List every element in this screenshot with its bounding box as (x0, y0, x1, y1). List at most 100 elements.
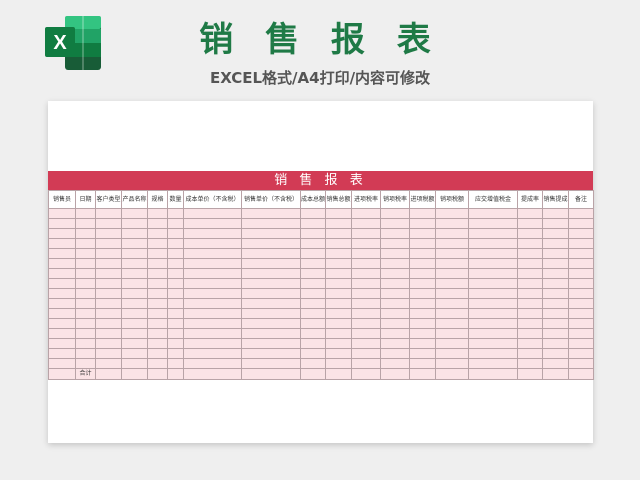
table-cell[interactable] (167, 318, 184, 329)
table-cell[interactable] (48, 318, 76, 329)
table-cell[interactable] (409, 218, 436, 229)
table-cell[interactable] (183, 298, 242, 309)
table-cell[interactable] (568, 268, 594, 279)
table-cell[interactable] (300, 238, 326, 249)
table-cell[interactable] (409, 338, 436, 349)
table-cell[interactable] (325, 348, 352, 359)
table-cell[interactable] (568, 328, 594, 339)
table-cell[interactable] (409, 238, 436, 249)
table-cell[interactable] (75, 328, 96, 339)
table-cell[interactable] (409, 248, 436, 259)
table-cell[interactable] (468, 208, 518, 219)
table-cell[interactable] (325, 338, 352, 349)
table-cell[interactable] (409, 228, 436, 239)
table-cell[interactable] (241, 318, 301, 329)
table-cell[interactable] (568, 368, 594, 380)
table-cell[interactable] (121, 258, 148, 269)
table-cell[interactable] (95, 208, 122, 219)
table-cell[interactable] (48, 258, 76, 269)
table-cell[interactable] (542, 268, 569, 279)
table-cell[interactable] (542, 288, 569, 299)
table-cell[interactable] (121, 208, 148, 219)
table-cell[interactable] (435, 348, 469, 359)
table-cell[interactable] (300, 338, 326, 349)
table-cell[interactable] (167, 268, 184, 279)
column-header[interactable]: 规格 (147, 190, 168, 209)
table-cell[interactable] (121, 288, 148, 299)
table-cell[interactable] (435, 288, 469, 299)
table-cell[interactable] (147, 268, 168, 279)
table-cell[interactable] (351, 348, 381, 359)
table-cell[interactable] (167, 218, 184, 229)
table-cell[interactable] (380, 298, 410, 309)
table-cell[interactable] (435, 338, 469, 349)
table-cell[interactable] (183, 288, 242, 299)
table-cell[interactable] (167, 328, 184, 339)
table-cell[interactable] (75, 208, 96, 219)
table-cell[interactable] (568, 248, 594, 259)
table-cell[interactable] (380, 208, 410, 219)
table-cell[interactable] (325, 328, 352, 339)
table-cell[interactable] (517, 298, 543, 309)
total-label[interactable]: 合计 (75, 368, 96, 380)
column-header[interactable]: 备注 (568, 190, 594, 209)
table-cell[interactable] (95, 268, 122, 279)
table-cell[interactable] (409, 348, 436, 359)
table-cell[interactable] (300, 248, 326, 259)
table-cell[interactable] (147, 318, 168, 329)
table-cell[interactable] (351, 228, 381, 239)
table-cell[interactable] (121, 238, 148, 249)
table-cell[interactable] (95, 258, 122, 269)
table-cell[interactable] (542, 328, 569, 339)
table-cell[interactable] (121, 338, 148, 349)
table-cell[interactable] (435, 308, 469, 319)
table-cell[interactable] (167, 358, 184, 369)
table-cell[interactable] (241, 248, 301, 259)
table-cell[interactable] (241, 238, 301, 249)
table-cell[interactable] (147, 358, 168, 369)
table-cell[interactable] (75, 268, 96, 279)
table-cell[interactable] (568, 258, 594, 269)
table-cell[interactable] (435, 228, 469, 239)
table-cell[interactable] (409, 298, 436, 309)
table-cell[interactable] (435, 278, 469, 289)
table-cell[interactable] (167, 278, 184, 289)
table-cell[interactable] (325, 258, 352, 269)
table-cell[interactable] (351, 368, 381, 380)
table-cell[interactable] (75, 288, 96, 299)
table-cell[interactable] (542, 248, 569, 259)
table-cell[interactable] (48, 298, 76, 309)
table-cell[interactable] (435, 298, 469, 309)
table-cell[interactable] (75, 308, 96, 319)
table-cell[interactable] (241, 268, 301, 279)
table-cell[interactable] (380, 258, 410, 269)
table-cell[interactable] (183, 308, 242, 319)
table-cell[interactable] (300, 278, 326, 289)
table-cell[interactable] (568, 308, 594, 319)
table-cell[interactable] (167, 288, 184, 299)
column-header[interactable]: 提成率 (517, 190, 543, 209)
table-cell[interactable] (351, 318, 381, 329)
table-cell[interactable] (468, 368, 518, 380)
table-cell[interactable] (75, 258, 96, 269)
table-cell[interactable] (517, 248, 543, 259)
table-cell[interactable] (409, 288, 436, 299)
table-cell[interactable] (95, 358, 122, 369)
table-cell[interactable] (468, 348, 518, 359)
table-cell[interactable] (435, 328, 469, 339)
table-cell[interactable] (325, 308, 352, 319)
table-cell[interactable] (75, 298, 96, 309)
table-cell[interactable] (300, 358, 326, 369)
table-cell[interactable] (517, 338, 543, 349)
table-cell[interactable] (568, 318, 594, 329)
table-cell[interactable] (351, 248, 381, 259)
table-cell[interactable] (468, 248, 518, 259)
table-cell[interactable] (380, 348, 410, 359)
table-cell[interactable] (147, 288, 168, 299)
table-cell[interactable] (409, 308, 436, 319)
table-cell[interactable] (167, 228, 184, 239)
table-cell[interactable] (351, 218, 381, 229)
table-cell[interactable] (147, 248, 168, 259)
table-cell[interactable] (351, 268, 381, 279)
table-cell[interactable] (325, 278, 352, 289)
